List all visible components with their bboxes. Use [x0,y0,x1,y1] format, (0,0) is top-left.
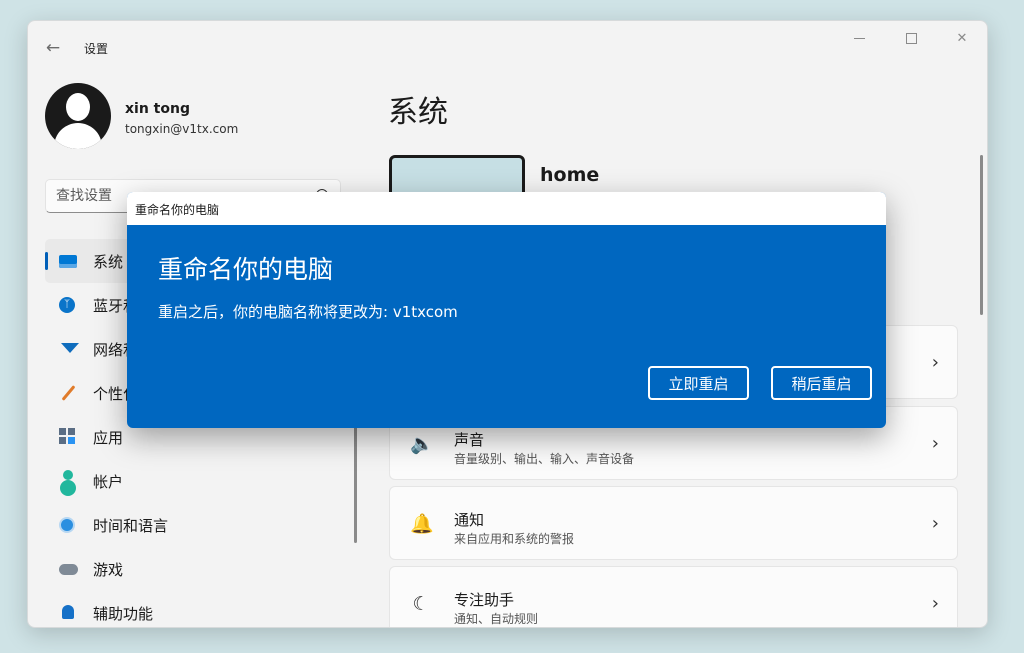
avatar [45,83,111,149]
minimize-icon [853,38,865,39]
dialog-window-title: 重命名你的电脑 [135,203,220,217]
wifi-icon [61,343,79,353]
rename-pc-dialog: 重命名你的电脑 重命名你的电脑 重启之后，你的电脑名称将更改为: v1txcom… [127,192,886,428]
account-icon [63,470,73,480]
chevron-right-icon: › [931,433,939,454]
dialog-title-bar: 重命名你的电脑 [127,192,886,225]
chevron-right-icon: › [931,352,939,373]
title-bar: ← 设置 ✕ [28,21,987,71]
card-subtitle: 通知、自动规则 [454,612,539,626]
dialog-heading: 重命名你的电脑 [158,255,334,284]
gamepad-icon [59,564,78,575]
maximize-icon [905,33,917,44]
settings-card-notifications[interactable]: 🔔 通知 来自应用和系统的警报 › [389,486,958,560]
apps-icon [59,428,66,435]
sidebar-item-label: 帐户 [93,473,124,491]
sidebar-item-label: 时间和语言 [93,517,169,535]
sidebar-item-label: 辅助功能 [93,605,154,623]
card-subtitle: 音量级别、输出、输入、声音设备 [454,452,635,466]
sidebar-item-time-language[interactable]: 时间和语言 [45,503,341,547]
chevron-right-icon: › [931,593,939,614]
card-title: 专注助手 [454,591,515,609]
avatar-head-shape [66,93,90,121]
chevron-right-icon: › [931,513,939,534]
sidebar-item-label: 系统 [93,253,124,271]
restart-later-button[interactable]: 稍后重启 [771,366,872,400]
close-button[interactable]: ✕ [949,29,975,49]
app-title: 设置 [84,42,109,56]
speaker-icon: 🔈 [410,433,434,455]
bell-icon: 🔔 [410,513,434,535]
minimize-button[interactable] [846,29,872,49]
sidebar-scrollbar[interactable] [354,421,357,543]
user-name: xin tong [125,101,190,117]
user-email: tongxin@v1tx.com [125,122,239,136]
main-scrollbar[interactable] [980,155,983,315]
sidebar-item-accessibility[interactable]: 辅助功能 [45,591,341,627]
time-language-icon [59,517,75,533]
settings-card-focus-assist[interactable]: ☾ 专注助手 通知、自动规则 › [389,566,958,627]
sidebar-item-label: 应用 [93,429,124,447]
system-icon [59,255,77,268]
page-title: 系统 [388,95,448,130]
brush-icon [61,385,76,401]
bluetooth-icon: ᛉ [59,297,75,313]
maximize-button[interactable] [898,29,924,49]
card-subtitle: 来自应用和系统的警报 [454,532,575,546]
card-title: 通知 [454,511,485,529]
restart-now-button[interactable]: 立即重启 [648,366,749,400]
back-arrow-icon: ← [45,38,61,58]
dialog-message: 重启之后，你的电脑名称将更改为: v1txcom [158,303,458,321]
sidebar-item-gaming[interactable]: 游戏 [45,547,341,591]
sidebar-item-accounts[interactable]: 帐户 [45,459,341,503]
back-button[interactable]: ← [42,37,64,59]
device-name: home [540,164,600,186]
avatar-body-shape [54,123,102,149]
accessibility-icon [62,605,74,619]
moon-icon: ☾ [412,593,430,615]
close-icon: ✕ [956,31,968,46]
card-title: 声音 [454,431,485,449]
sidebar-item-label: 游戏 [93,561,124,579]
